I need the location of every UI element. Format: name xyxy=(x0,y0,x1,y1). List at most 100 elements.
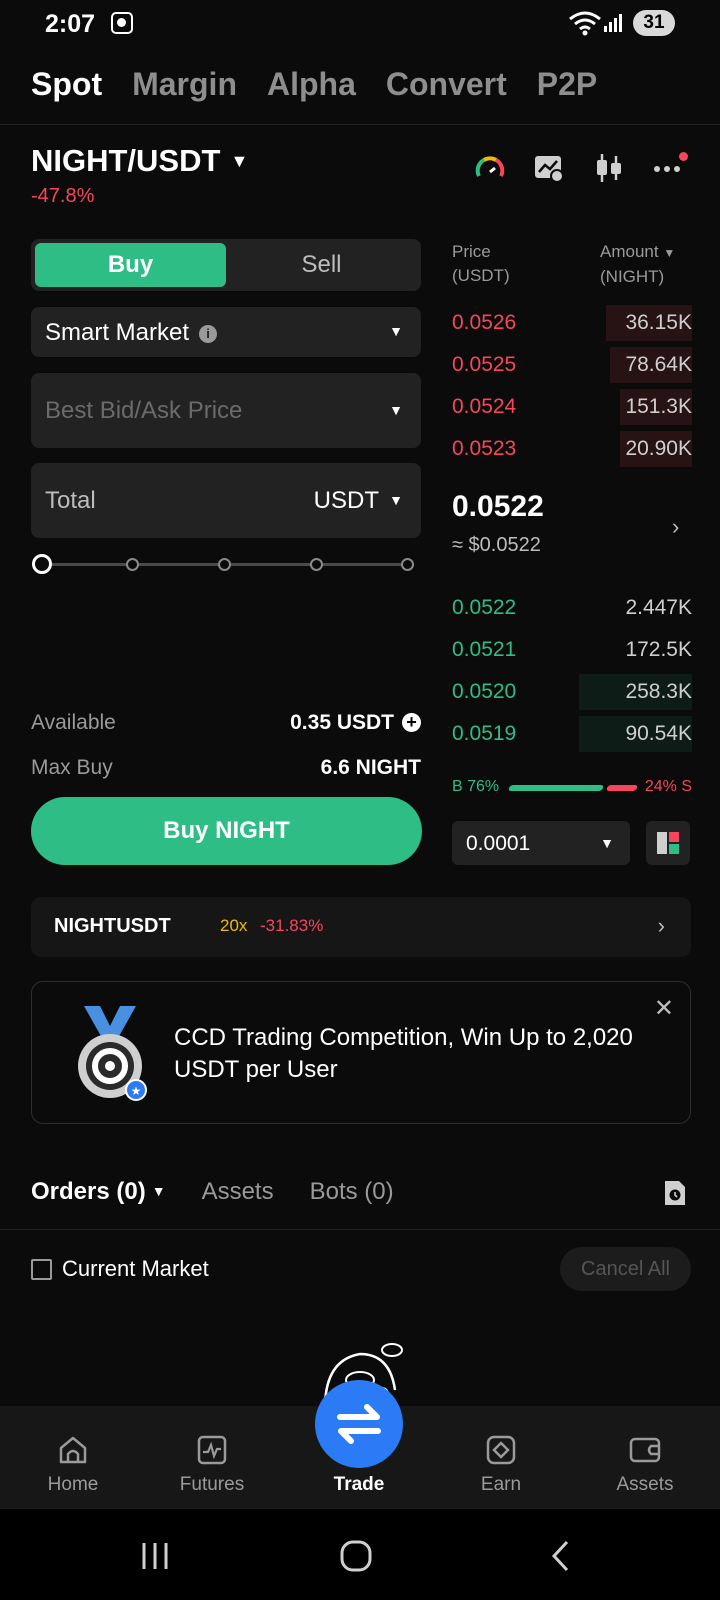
tab-margin[interactable]: Margin xyxy=(132,66,237,103)
price-header-label: Price xyxy=(452,242,491,261)
ask-price: 0.0526 xyxy=(452,311,517,334)
nav-earn-label: Earn xyxy=(480,1474,522,1495)
tick-size-select[interactable]: 0.0001 ▼ xyxy=(452,821,630,865)
buy-button[interactable]: Buy NIGHT xyxy=(31,797,422,865)
price-header: Price (USDT) xyxy=(452,240,510,288)
bid-row[interactable]: 0.0521 172.5K xyxy=(452,632,692,668)
bid-row[interactable]: 0.0520 258.3K xyxy=(452,674,692,710)
buy-ratio: B 76% xyxy=(452,778,500,795)
nav-futures-label: Futures xyxy=(179,1474,245,1495)
price-placeholder: Best Bid/Ask Price xyxy=(45,397,243,424)
ask-amount: 36.15K xyxy=(625,311,692,334)
wifi-icon xyxy=(569,11,601,36)
futures-symbol: NIGHTUSDT xyxy=(54,915,171,937)
orders-tabs: Orders (0) ▼ Assets Bots (0) xyxy=(31,1178,430,1206)
ask-row[interactable]: 0.0524 151.3K xyxy=(452,389,692,425)
nav-futures[interactable]: Futures xyxy=(152,1406,272,1509)
bid-price: 0.0522 xyxy=(452,596,517,619)
bid-price: 0.0520 xyxy=(452,680,517,703)
sell-ratio: 24% S xyxy=(644,778,692,795)
ask-price: 0.0525 xyxy=(452,353,517,376)
ask-amount: 78.64K xyxy=(625,353,692,376)
tab-spot[interactable]: Spot xyxy=(31,66,102,103)
back-icon[interactable] xyxy=(545,1539,579,1573)
amount-header[interactable]: Amount ▼ (NIGHT) xyxy=(600,240,675,289)
slider-step[interactable] xyxy=(401,558,414,571)
buy-tab[interactable]: Buy xyxy=(35,243,226,287)
caret-down-icon: ▼ xyxy=(600,835,614,851)
status-bar: 2:07 31 xyxy=(0,0,720,48)
tab-alpha[interactable]: Alpha xyxy=(267,66,356,103)
total-label: Total xyxy=(45,487,96,514)
promo-banner[interactable]: ★ CCD Trading Competition, Win Up to 2,0… xyxy=(31,981,691,1124)
pair-selector[interactable]: NIGHT/USDT ▼ xyxy=(31,143,248,179)
cancel-all-button[interactable]: Cancel All xyxy=(560,1247,691,1291)
tab-convert[interactable]: Convert xyxy=(386,66,507,103)
last-price-usd: ≈ $0.0522 xyxy=(452,534,541,556)
trade-button[interactable] xyxy=(315,1380,403,1468)
slider-step[interactable] xyxy=(126,558,139,571)
svg-text:★: ★ xyxy=(131,1084,142,1098)
order-type-select[interactable]: Smart Market i ▼ xyxy=(31,307,421,357)
total-unit-select[interactable]: USDT xyxy=(314,487,379,515)
ask-row[interactable]: 0.0525 78.64K xyxy=(452,347,692,383)
available-label: Available xyxy=(31,711,116,734)
futures-icon xyxy=(197,1435,227,1465)
chevron-right-icon[interactable]: › xyxy=(672,514,679,540)
home-nav-icon[interactable] xyxy=(339,1539,373,1573)
bid-row[interactable]: 0.0522 2.447K xyxy=(452,590,692,626)
buy-sell-ratio: B 76% 24% S xyxy=(452,776,692,798)
promo-text: CCD Trading Competition, Win Up to 2,020… xyxy=(174,1024,633,1083)
layout-icon xyxy=(657,832,679,854)
caret-down-icon: ▼ xyxy=(389,323,403,339)
ask-price: 0.0524 xyxy=(452,395,517,418)
last-price: 0.0522 xyxy=(452,490,544,523)
available-value: 0.35 USDT xyxy=(290,711,394,734)
max-buy-row: Max Buy 6.6 NIGHT xyxy=(31,756,421,780)
amount-header-label: Amount xyxy=(600,242,659,261)
wallet-icon xyxy=(629,1437,661,1463)
earn-icon xyxy=(486,1435,516,1465)
nav-assets[interactable]: Assets xyxy=(585,1406,705,1509)
nav-earn[interactable]: Earn xyxy=(441,1406,561,1509)
candlestick-icon[interactable] xyxy=(593,152,625,184)
ask-row[interactable]: 0.0526 36.15K xyxy=(452,305,692,341)
recent-apps-icon[interactable] xyxy=(138,1539,172,1573)
checkbox[interactable] xyxy=(31,1258,52,1280)
gauge-icon[interactable] xyxy=(474,152,506,184)
current-market-filter[interactable]: Current Market xyxy=(31,1256,209,1282)
pair-change: -47.8% xyxy=(31,185,95,207)
tab-assets[interactable]: Assets xyxy=(202,1178,274,1206)
close-icon[interactable]: ✕ xyxy=(654,994,674,1023)
orderbook-layout-button[interactable] xyxy=(646,821,690,865)
slider-step[interactable] xyxy=(218,558,231,571)
total-input[interactable]: Total USDT ▼ xyxy=(31,463,421,538)
screen-record-icon xyxy=(111,12,133,34)
slider-step[interactable] xyxy=(310,558,323,571)
bid-amount: 2.447K xyxy=(625,596,692,619)
nav-home[interactable]: Home xyxy=(13,1406,133,1509)
bid-amount: 90.54K xyxy=(625,722,692,745)
chart-settings-icon[interactable] xyxy=(533,152,565,184)
tab-orders[interactable]: Orders (0) ▼ xyxy=(31,1178,166,1206)
plus-icon[interactable]: + xyxy=(402,713,421,732)
slider-handle[interactable] xyxy=(32,554,52,574)
signal-icon xyxy=(604,14,622,32)
tab-p2p[interactable]: P2P xyxy=(537,66,597,103)
amount-slider[interactable] xyxy=(32,554,414,574)
ask-row[interactable]: 0.0523 20.90K xyxy=(452,431,692,467)
futures-link[interactable]: NIGHTUSDT 20x -31.83% › xyxy=(31,897,691,957)
tab-bots[interactable]: Bots (0) xyxy=(310,1178,394,1206)
tab-orders-label: Orders (0) xyxy=(31,1178,146,1205)
price-field[interactable]: Best Bid/Ask Price ▼ xyxy=(31,373,421,448)
info-icon[interactable]: i xyxy=(199,325,218,343)
chevron-right-icon: › xyxy=(657,913,665,938)
top-tabs: Spot Margin Alpha Convert P2P xyxy=(31,66,627,103)
notification-dot xyxy=(679,152,688,161)
nav-assets-label: Assets xyxy=(616,1474,674,1495)
caret-down-icon: ▼ xyxy=(151,1183,166,1199)
futures-leverage: 20x xyxy=(220,916,248,935)
order-history-icon[interactable] xyxy=(662,1179,688,1207)
bid-row[interactable]: 0.0519 90.54K xyxy=(452,716,692,752)
sell-tab[interactable]: Sell xyxy=(226,243,417,287)
